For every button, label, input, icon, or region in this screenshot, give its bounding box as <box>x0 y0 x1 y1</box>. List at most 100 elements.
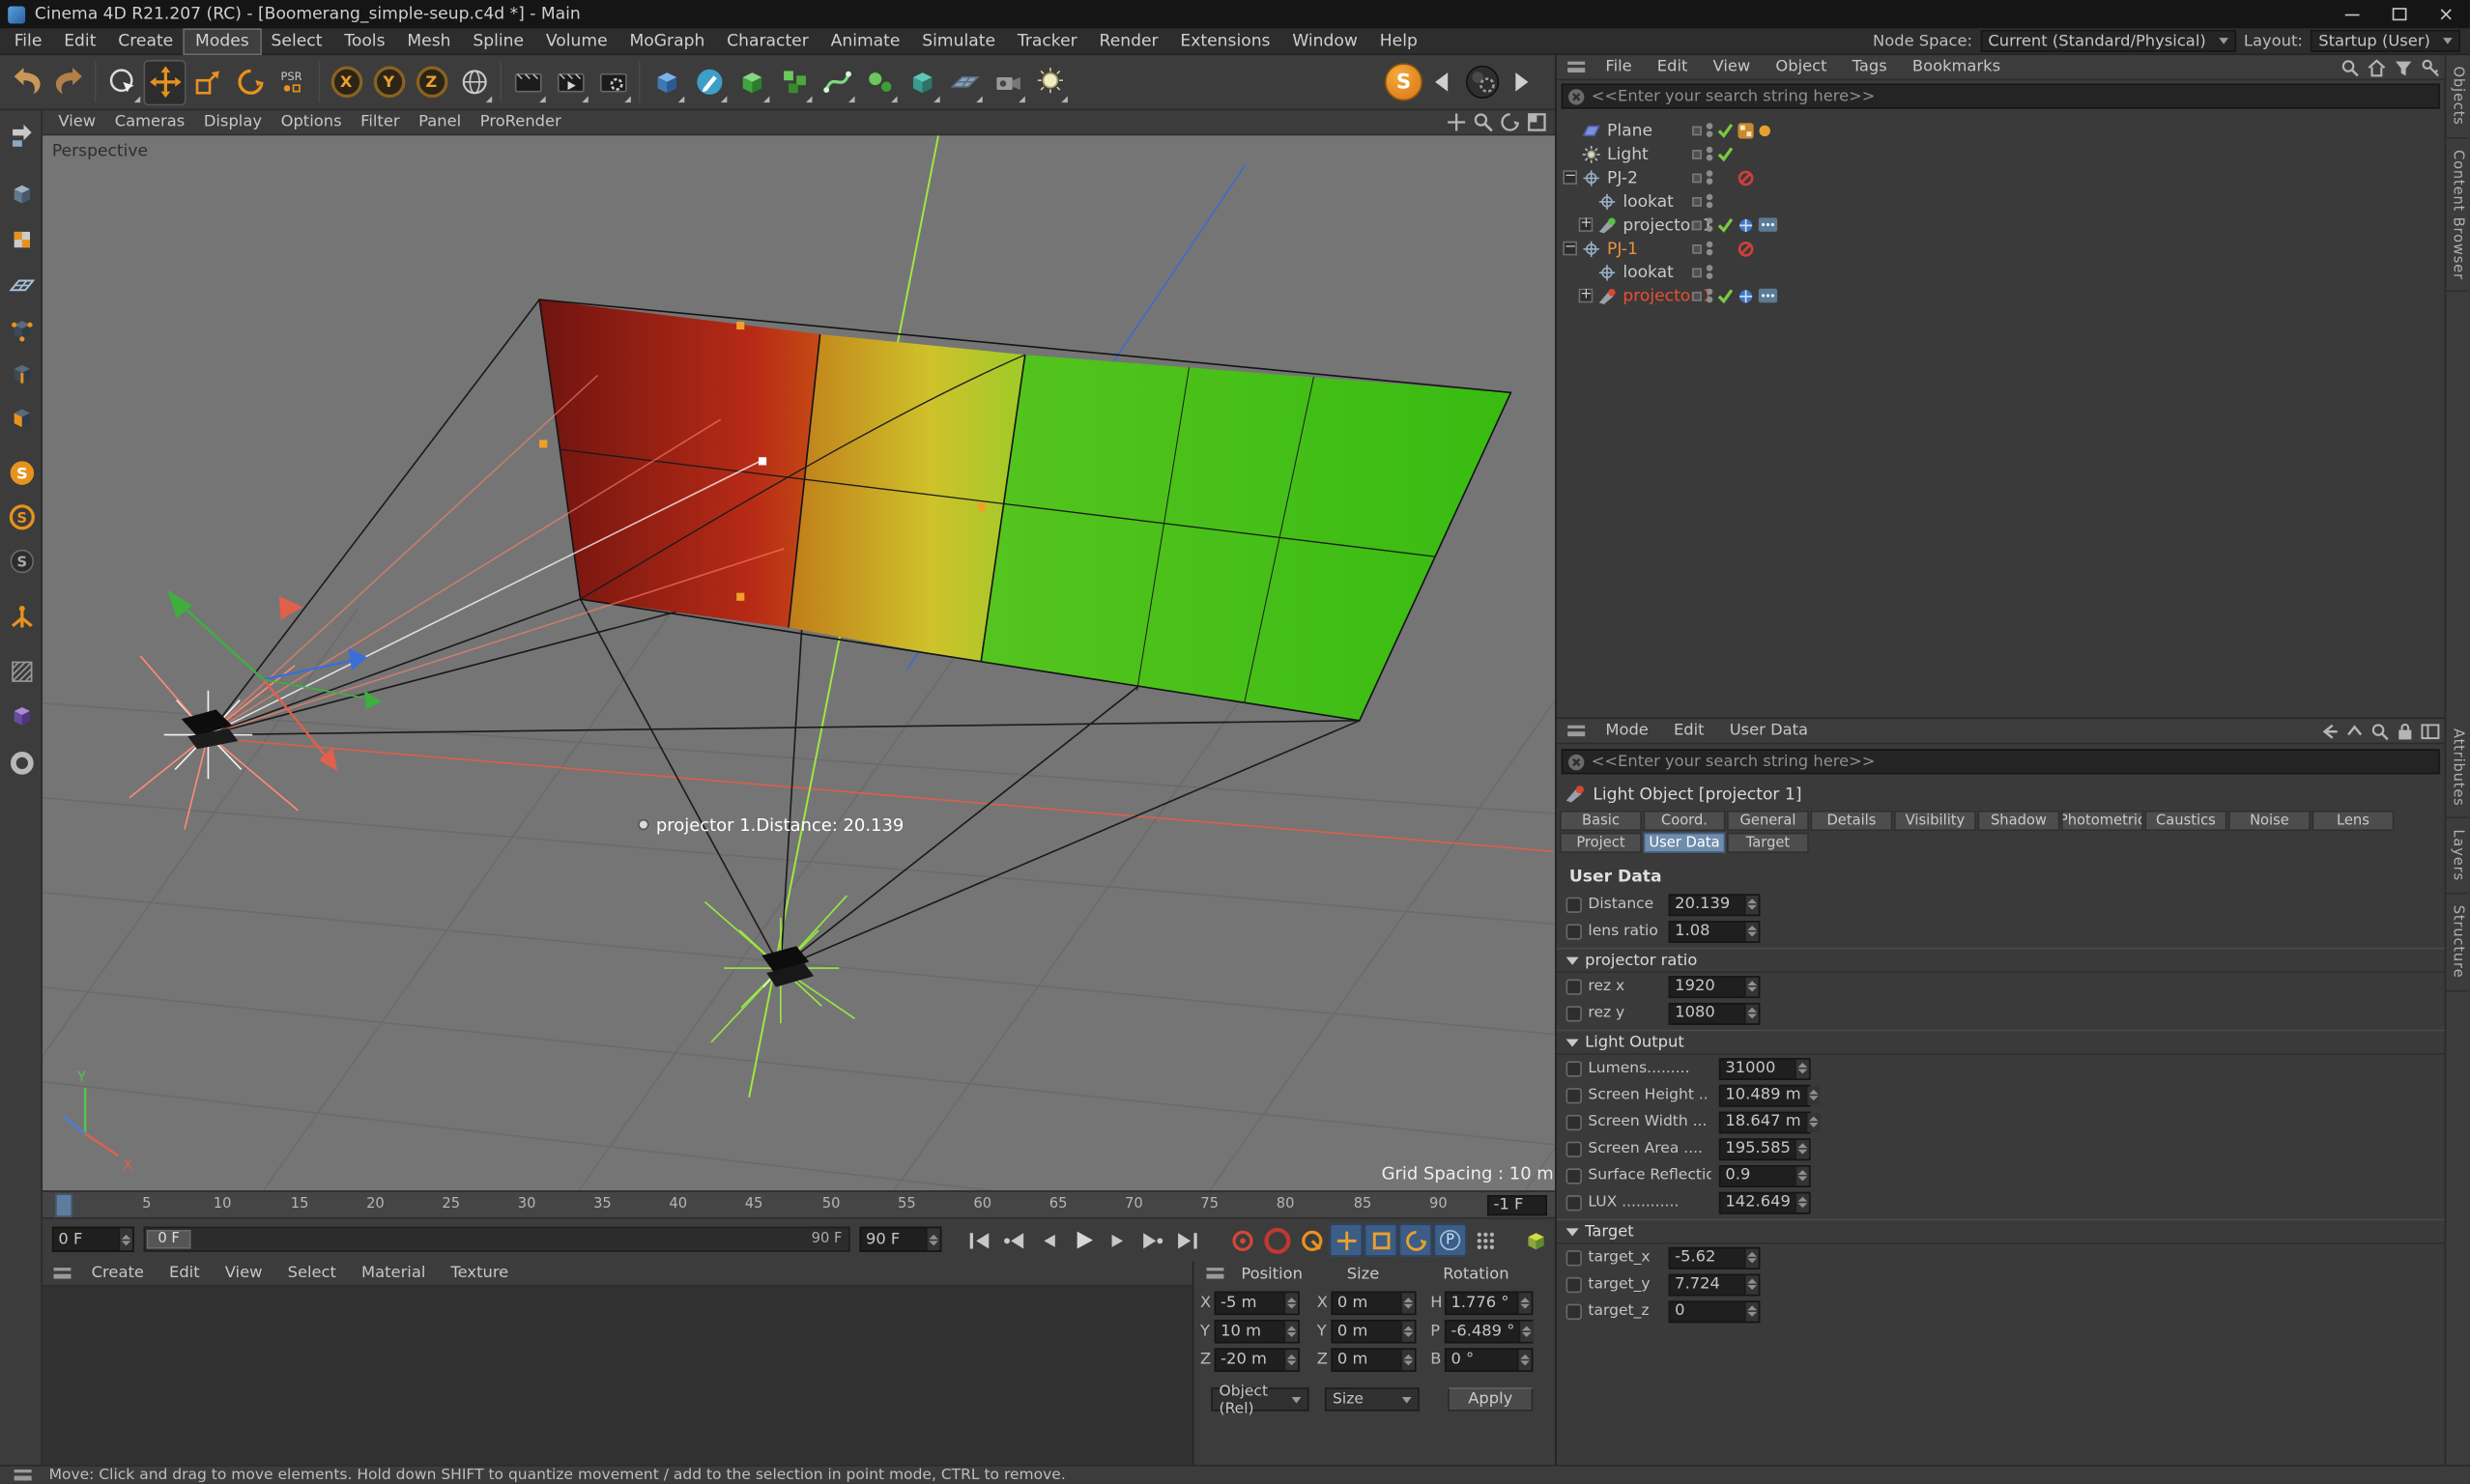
history-back-icon[interactable] <box>2320 724 2340 739</box>
s-logo-button[interactable]: S <box>1384 63 1423 101</box>
vp-menu-options[interactable]: Options <box>272 112 352 132</box>
array-floor-button[interactable] <box>943 59 986 104</box>
tree-row-projector1-b[interactable]: + projector 1 <box>1557 284 2446 307</box>
render-view-button[interactable] <box>506 59 549 104</box>
lumens-field[interactable]: 31000 <box>1718 1057 1811 1080</box>
locked-workplane-button[interactable] <box>3 653 40 690</box>
projector-1-light-object[interactable] <box>704 895 856 1043</box>
vp-menu-prorender[interactable]: ProRender <box>471 112 571 132</box>
polygon-mode-button[interactable] <box>3 399 40 436</box>
stepper[interactable] <box>1795 1192 1810 1213</box>
size-z-field[interactable]: 0 m <box>1331 1348 1417 1372</box>
search-icon[interactable] <box>2341 58 2360 77</box>
toggle-view-icon[interactable] <box>1527 112 1547 132</box>
stepper[interactable] <box>1795 1165 1809 1185</box>
visibility-dots[interactable] <box>1706 217 1713 232</box>
stepper[interactable] <box>1805 1085 1821 1105</box>
collapse-expander[interactable]: − <box>1563 241 1577 256</box>
tab-general[interactable]: General <box>1727 810 1809 832</box>
render-settings-button[interactable] <box>591 59 634 104</box>
render-to-picture-viewer-button[interactable] <box>549 59 591 104</box>
menu-mesh[interactable]: Mesh <box>396 29 462 52</box>
stepper[interactable] <box>1283 1293 1299 1314</box>
layer-swatch[interactable] <box>1692 149 1702 159</box>
stepper[interactable] <box>1283 1321 1299 1342</box>
pen-spline-button[interactable] <box>688 59 731 104</box>
autokey-button[interactable] <box>1260 1223 1293 1256</box>
texture-tag-icon[interactable] <box>1738 122 1754 138</box>
goto-start-button[interactable] <box>962 1223 995 1256</box>
enabled-check-icon[interactable] <box>1717 216 1734 232</box>
stepper[interactable] <box>1519 1321 1534 1342</box>
userdata-interface-icon[interactable] <box>1565 1302 1582 1320</box>
visibility-dots[interactable] <box>1706 241 1713 256</box>
tab-noise[interactable]: Noise <box>2228 810 2311 832</box>
userdata-interface-icon[interactable] <box>1565 1194 1582 1211</box>
display-off-tag-icon[interactable] <box>1738 241 1754 256</box>
rot-h-field[interactable]: 1.776 ° <box>1444 1291 1534 1316</box>
axis-z-lock-button[interactable]: Z <box>410 59 452 104</box>
next-key-button[interactable] <box>1135 1223 1168 1256</box>
stepper[interactable] <box>925 1228 940 1251</box>
userdata-interface-icon[interactable] <box>1565 1060 1582 1076</box>
maximize-button[interactable] <box>2375 0 2423 28</box>
mat-menu-material[interactable]: Material <box>349 1263 438 1283</box>
stepper[interactable] <box>1400 1293 1415 1314</box>
recent-tool-button[interactable]: PSR <box>272 59 314 104</box>
node-space-select[interactable]: Current (Standard/Physical) <box>1980 30 2236 52</box>
pos-z-field[interactable]: -20 m <box>1214 1348 1300 1372</box>
object-name[interactable]: PJ-2 <box>1607 168 1638 187</box>
group-projector-ratio[interactable]: projector ratio <box>1556 947 2447 973</box>
distance-field[interactable]: 20.139 <box>1668 893 1761 916</box>
group-target[interactable]: Target <box>1556 1218 2447 1244</box>
surface-reflection-field[interactable]: 0.9 <box>1718 1164 1811 1187</box>
model-mode-button[interactable] <box>3 175 40 212</box>
axis-modification-button[interactable] <box>3 599 40 636</box>
visibility-dots[interactable] <box>1706 193 1713 209</box>
layer-swatch[interactable] <box>1692 196 1702 206</box>
xpresso-tag-icon[interactable] <box>1758 217 1778 232</box>
collapse-expander[interactable]: − <box>1563 169 1577 185</box>
userdata-interface-icon[interactable] <box>1565 1087 1582 1103</box>
minimize-button[interactable] <box>2328 0 2375 28</box>
goto-end-button[interactable] <box>1170 1223 1203 1256</box>
mat-menu-view[interactable]: View <box>213 1263 275 1283</box>
rez-y-field[interactable]: 1080 <box>1668 1002 1761 1024</box>
vp-menu-panel[interactable]: Panel <box>409 112 471 132</box>
preset-sphere-button[interactable] <box>1460 59 1503 104</box>
add-light-button[interactable] <box>1028 59 1071 104</box>
make-editable-button[interactable] <box>3 117 40 154</box>
target-y-field[interactable]: 7.724 <box>1668 1272 1761 1296</box>
side-tab-objects[interactable]: Objects <box>2446 55 2469 138</box>
om-menu-object[interactable]: Object <box>1763 57 1839 77</box>
range-offset-field[interactable]: -1 F <box>1486 1195 1547 1216</box>
visibility-dots[interactable] <box>1706 170 1713 185</box>
mat-menu-texture[interactable]: Texture <box>438 1263 521 1283</box>
panel-icon[interactable] <box>2421 724 2440 740</box>
side-tab-structure[interactable]: Structure <box>2446 895 2469 991</box>
display-off-tag-icon[interactable] <box>1738 169 1754 186</box>
rez-x-field[interactable]: 1920 <box>1668 975 1761 998</box>
material-manager[interactable]: Create Edit View Select Material Texture <box>43 1261 1194 1466</box>
tree-row-pj2[interactable]: − PJ-2 <box>1557 165 2446 188</box>
dynamics-button[interactable] <box>858 59 901 104</box>
tree-row-light[interactable]: Light <box>1557 142 2446 165</box>
isolate-view-button[interactable] <box>3 697 40 733</box>
userdata-interface-icon[interactable] <box>1565 923 1582 939</box>
tab-project[interactable]: Project <box>1560 832 1642 853</box>
menu-animate[interactable]: Animate <box>819 29 911 52</box>
menu-edit[interactable]: Edit <box>53 29 107 52</box>
panel-menu-icon[interactable] <box>1567 61 1586 73</box>
tab-caustics[interactable]: Caustics <box>2144 810 2227 832</box>
stepper[interactable] <box>1400 1321 1415 1342</box>
timeline-scrubber[interactable]: 0 F 90 F <box>143 1226 850 1252</box>
stepper[interactable] <box>1743 1247 1759 1268</box>
tab-user-data[interactable]: User Data <box>1643 832 1726 853</box>
home-icon[interactable] <box>2368 58 2387 77</box>
object-name[interactable]: PJ-1 <box>1607 239 1638 258</box>
target-z-field[interactable]: 0 <box>1668 1299 1761 1323</box>
point-mode-button[interactable] <box>3 311 40 348</box>
stepper[interactable] <box>1743 895 1759 914</box>
search-icon[interactable] <box>2370 722 2390 741</box>
panel-menu-icon[interactable] <box>1567 725 1586 737</box>
